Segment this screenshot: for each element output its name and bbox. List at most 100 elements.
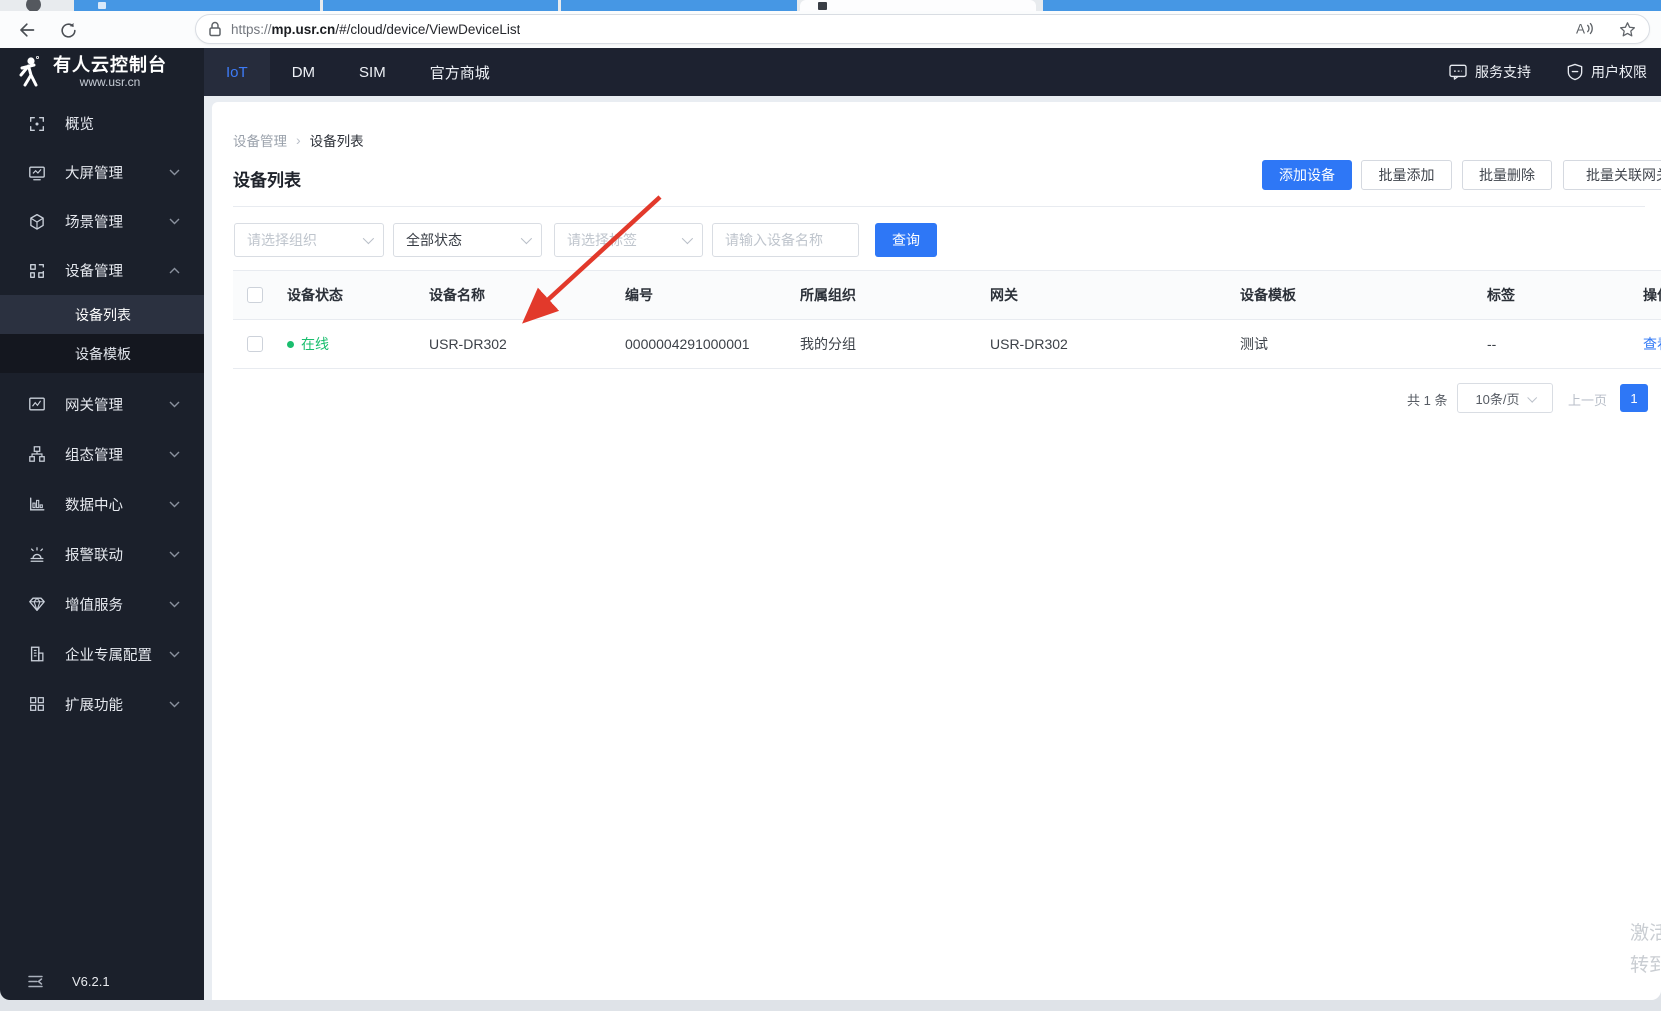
page-size-select[interactable]: 10条/页 — [1457, 383, 1553, 413]
chevron-down-icon — [169, 218, 180, 225]
browser-window: https://mp.usr.cn/#/cloud/device/ViewDev… — [0, 0, 1661, 1000]
sidebar-item-scada[interactable]: 组态管理 — [0, 429, 204, 479]
table-row: 在线 USR-DR302 0000004291000001 我的分组 USR-D… — [233, 320, 1661, 369]
service-support[interactable]: 服务支持 — [1449, 62, 1531, 82]
filter-bar: 请选择组织 全部状态 请选择标签 请输入设备名称 查询 — [212, 223, 1661, 257]
back-button[interactable] — [12, 16, 40, 44]
app-subtitle: www.usr.cn — [79, 75, 141, 89]
tag-select[interactable]: 请选择标签 — [554, 223, 703, 257]
sidebar-subitem-device-list[interactable]: 设备列表 — [0, 295, 204, 334]
browser-tab[interactable] — [561, 0, 797, 11]
batch-delete-button[interactable]: 批量删除 — [1462, 160, 1552, 190]
sidebar-item-extensions[interactable]: 扩展功能 — [0, 679, 204, 729]
sidebar-subitem-device-template[interactable]: 设备模板 — [0, 334, 204, 373]
divider — [233, 206, 1645, 207]
nav-tab-mall[interactable]: 官方商城 — [408, 48, 512, 96]
collapse-sidebar-button[interactable] — [28, 975, 43, 988]
chevron-down-icon — [169, 651, 180, 657]
add-device-button[interactable]: 添加设备 — [1262, 160, 1352, 190]
top-nav: IoT DM SIM 官方商城 — [204, 48, 512, 96]
app-logo[interactable]: 有人云控制台 www.usr.cn — [0, 48, 204, 96]
breadcrumb-current: 设备列表 — [309, 134, 364, 149]
col-header-gateway: 网关 — [990, 287, 1018, 303]
watermark-line1: 激活 — [1630, 923, 1661, 944]
datacenter-icon — [30, 497, 45, 511]
page-1-button[interactable]: 1 — [1620, 384, 1648, 412]
device-name: USR-DR302 — [429, 336, 507, 352]
browser-toolbar: https://mp.usr.cn/#/cloud/device/ViewDev… — [0, 11, 1661, 48]
batch-add-button[interactable]: 批量添加 — [1361, 160, 1452, 190]
chat-icon — [1449, 64, 1467, 80]
chevron-down-icon — [169, 551, 180, 557]
browser-tab[interactable] — [1043, 0, 1661, 11]
sidebar-item-gateway[interactable]: 网关管理 — [0, 379, 204, 429]
nav-tab-dm[interactable]: DM — [270, 48, 337, 96]
sidebar-item-datacenter[interactable]: 数据中心 — [0, 479, 204, 529]
chevron-down-icon — [520, 232, 533, 245]
total-count: 共 1 条 — [1407, 393, 1448, 408]
read-aloud-button[interactable]: A — [1574, 20, 1596, 38]
col-header-name: 设备名称 — [429, 287, 485, 303]
sidebar-footer: V6.2.1 — [0, 970, 204, 992]
col-header-org: 所属组织 — [800, 287, 856, 303]
view-link[interactable]: 查看 — [1643, 334, 1661, 354]
favorite-star-button[interactable] — [1618, 20, 1637, 39]
config-icon — [29, 446, 45, 462]
col-header-status: 设备状态 — [287, 287, 343, 303]
chevron-down-icon — [1526, 392, 1537, 403]
nav-tab-iot[interactable]: IoT — [204, 48, 270, 96]
row-checkbox[interactable] — [247, 336, 263, 352]
header-right: 服务支持 用户权限 — [1449, 48, 1661, 96]
device-icon — [30, 263, 44, 278]
online-dot-icon — [287, 340, 294, 348]
watermark-line2: 转到 — [1630, 955, 1661, 976]
status-select[interactable]: 全部状态 — [393, 223, 542, 257]
alarm-icon — [30, 547, 44, 562]
gateway-icon — [29, 397, 45, 411]
chevron-down-icon — [169, 401, 180, 407]
browser-tab[interactable] — [74, 0, 320, 11]
collapse-icon — [28, 975, 43, 987]
breadcrumb-parent[interactable]: 设备管理 — [233, 130, 287, 150]
refresh-button[interactable] — [54, 16, 82, 44]
lock-icon[interactable] — [208, 21, 222, 37]
page-title: 设备列表 — [233, 171, 301, 190]
browser-tab-strip — [0, 0, 1661, 12]
address-bar[interactable]: https://mp.usr.cn/#/cloud/device/ViewDev… — [195, 14, 1650, 44]
url-text: https://mp.usr.cn/#/cloud/device/ViewDev… — [231, 21, 521, 37]
sidebar-item-device[interactable]: 设备管理 — [0, 246, 204, 295]
breadcrumb-separator-icon: › — [296, 132, 301, 148]
sidebar-item-alarm[interactable]: 报警联动 — [0, 529, 204, 579]
search-button[interactable]: 查询 — [875, 223, 937, 257]
sidebar-item-overview[interactable]: 概览 — [0, 99, 204, 148]
col-header-sn: 编号 — [625, 287, 653, 303]
sidebar-item-scene[interactable]: 场景管理 — [0, 197, 204, 246]
sidebar-item-vas[interactable]: 增值服务 — [0, 579, 204, 629]
col-header-actions: 操作 — [1643, 287, 1661, 303]
device-tag: -- — [1487, 336, 1497, 352]
select-all-checkbox[interactable] — [247, 287, 263, 303]
nav-tab-sim[interactable]: SIM — [337, 48, 408, 96]
table-header-row: 设备状态 设备名称 编号 所属组织 网关 设备模板 标签 操作 — [233, 270, 1661, 320]
content-panel: 设备管理 › 设备列表 设备列表 添加设备 批量添加 批量删除 批量关联网关 请… — [212, 102, 1661, 1000]
version-label: V6.2.1 — [72, 973, 110, 989]
device-template: 测试 — [1240, 336, 1268, 352]
browser-active-tab[interactable] — [800, 0, 1036, 11]
device-name-input[interactable]: 请输入设备名称 — [712, 223, 859, 257]
prev-page-button[interactable]: 上一页 — [1568, 390, 1607, 409]
col-header-tag: 标签 — [1487, 287, 1515, 303]
browser-tab[interactable] — [323, 0, 558, 11]
device-gateway: USR-DR302 — [990, 336, 1068, 352]
scene-icon — [30, 213, 44, 230]
chevron-down-icon — [169, 451, 180, 457]
batch-link-gateway-button[interactable]: 批量关联网关 — [1563, 160, 1661, 190]
usr-person-icon — [19, 55, 39, 87]
refresh-icon — [60, 22, 76, 38]
app-header: 有人云控制台 www.usr.cn IoT DM SIM 官方商城 服务支持 用… — [0, 48, 1661, 96]
sidebar-item-bigscreen[interactable]: 大屏管理 — [0, 148, 204, 197]
org-select[interactable]: 请选择组织 — [234, 223, 384, 257]
user-permissions[interactable]: 用户权限 — [1567, 62, 1647, 82]
sidebar-item-enterprise[interactable]: 企业专属配置 — [0, 629, 204, 679]
chevron-down-icon — [362, 232, 375, 245]
app-title: 有人云控制台 — [53, 55, 167, 75]
